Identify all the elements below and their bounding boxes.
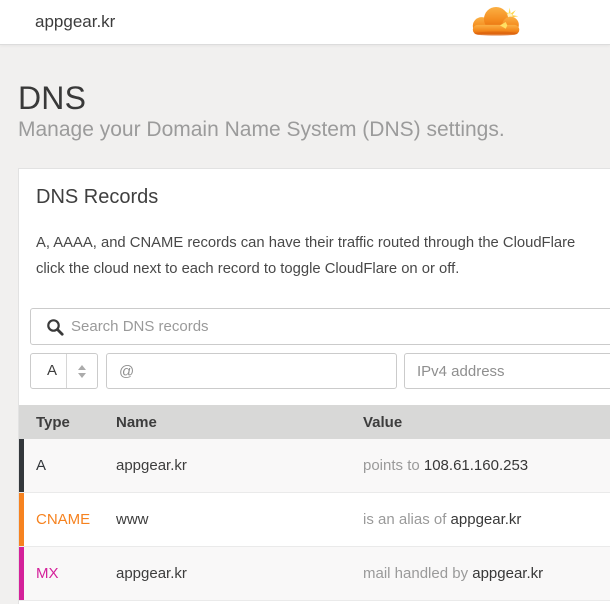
- record-name-cell: appgear.kr: [116, 457, 187, 474]
- record-value-main: appgear.kr: [450, 511, 522, 528]
- record-value-cell: points to 108.61.160.253: [363, 457, 610, 474]
- spinner-down-icon: [78, 372, 86, 378]
- record-value-prefix: mail handled by: [363, 565, 473, 582]
- table-row[interactable]: A appgear.kr points to 108.61.160.253: [19, 439, 610, 493]
- record-type-selected-value: A: [47, 362, 58, 379]
- table-row[interactable]: CNAME www is an alias of appgear.kr: [19, 493, 610, 547]
- record-type-cell: CNAME: [36, 511, 91, 528]
- record-value-prefix: points to: [363, 457, 424, 474]
- search-box: [30, 308, 610, 345]
- card-description-line1: A, AAAA, and CNAME records can have thei…: [36, 235, 576, 251]
- record-value-main: 108.61.160.253: [423, 457, 529, 474]
- card-description: A, AAAA, and CNAME records can have thei…: [36, 231, 575, 282]
- search-dns-input[interactable]: [31, 309, 610, 344]
- record-name-cell: www: [116, 511, 149, 528]
- record-type-stripe: [19, 493, 24, 546]
- current-domain-label: appgear.kr: [35, 12, 116, 31]
- record-name-input[interactable]: [106, 353, 397, 389]
- table-header-row: Type Name Value: [19, 405, 610, 439]
- column-header-type: Type: [36, 413, 70, 431]
- record-name-cell: appgear.kr: [116, 565, 187, 582]
- cloudflare-logo-icon[interactable]: [467, 4, 529, 40]
- record-value-prefix: is an alias of: [363, 511, 451, 528]
- add-record-controls: A: [19, 353, 610, 389]
- page-subtitle: Manage your Domain Name System (DNS) set…: [18, 118, 505, 141]
- select-spinner[interactable]: [66, 354, 97, 388]
- card-description-line2: click the cloud next to each record to t…: [36, 260, 460, 277]
- top-bar: appgear.kr: [0, 0, 610, 45]
- record-value-cell: mail handled by appgear.kr: [363, 565, 610, 582]
- record-value-main: appgear.kr: [472, 565, 544, 582]
- record-value-input[interactable]: [404, 353, 610, 389]
- spinner-up-icon: [78, 364, 86, 370]
- card-title: DNS Records: [36, 186, 159, 208]
- table-row[interactable]: MX appgear.kr mail handled by appgear.kr: [19, 547, 610, 601]
- record-type-cell: A: [36, 457, 47, 474]
- record-type-cell: MX: [36, 565, 59, 582]
- page-title: DNS: [18, 80, 87, 116]
- record-type-select[interactable]: A: [30, 353, 98, 389]
- column-header-name: Name: [116, 413, 157, 431]
- dns-records-table: Type Name Value A appgear.kr points to 1…: [19, 405, 610, 601]
- record-type-stripe: [19, 547, 24, 600]
- record-type-stripe: [19, 439, 24, 492]
- record-value-cell: is an alias of appgear.kr: [363, 511, 610, 528]
- column-header-value: Value: [363, 413, 403, 431]
- dns-records-card: DNS Records A, AAAA, and CNAME records c…: [18, 168, 610, 604]
